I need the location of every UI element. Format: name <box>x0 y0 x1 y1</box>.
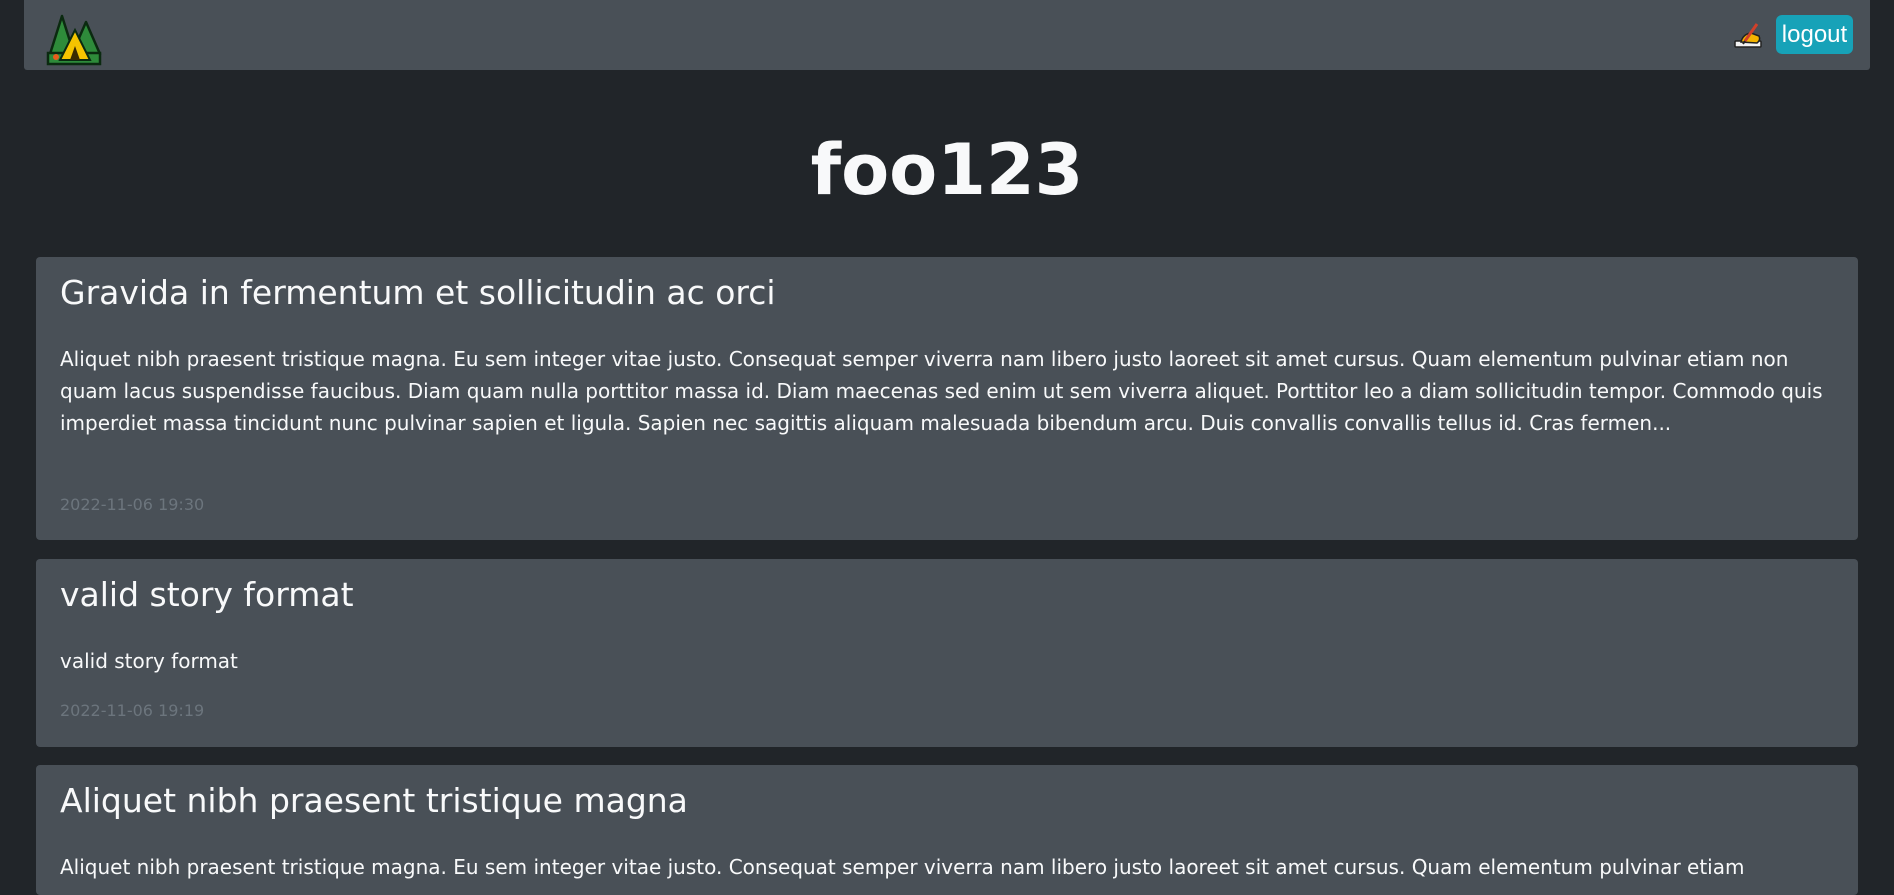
story-body: valid story format <box>60 649 238 673</box>
story-title: valid story format <box>60 575 354 614</box>
navbar: logout <box>24 0 1870 70</box>
camping-tent-icon[interactable] <box>46 10 102 66</box>
story-body: Aliquet nibh praesent tristique magna. E… <box>60 855 1745 879</box>
story-date: 2022-11-06 19:19 <box>60 701 205 720</box>
story-card[interactable]: Aliquet nibh praesent tristique magna Al… <box>36 765 1858 895</box>
story-body: Aliquet nibh praesent tristique magna. E… <box>60 347 1823 435</box>
story-title: Aliquet nibh praesent tristique magna <box>60 781 688 820</box>
writing-hand-icon[interactable] <box>1733 20 1769 50</box>
logout-button[interactable]: logout <box>1776 15 1853 54</box>
story-title: Gravida in fermentum et sollicitudin ac … <box>60 273 776 312</box>
story-card[interactable]: Gravida in fermentum et sollicitudin ac … <box>36 257 1858 540</box>
story-date: 2022-11-06 19:30 <box>60 495 205 514</box>
page-title: foo123 <box>810 129 1084 211</box>
story-card[interactable]: valid story format valid story format 20… <box>36 559 1858 747</box>
